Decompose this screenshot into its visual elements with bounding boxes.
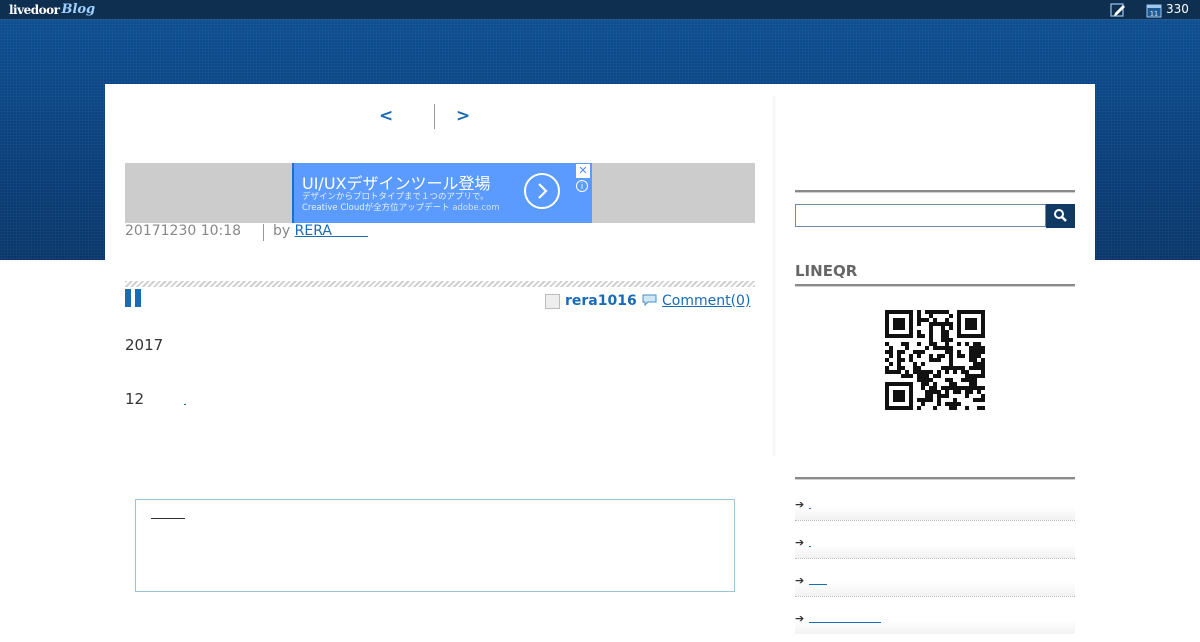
livedoor-blog-logo[interactable]: livedoor Blog bbox=[9, 1, 95, 18]
author-name-link[interactable]: rera1016 bbox=[565, 293, 637, 309]
byline-divider bbox=[263, 224, 264, 241]
sidebar-shadow bbox=[773, 96, 776, 456]
post-body-link[interactable] bbox=[184, 404, 186, 405]
nav-divider bbox=[434, 104, 435, 129]
sidebar-list-item[interactable]: ➔ bbox=[795, 498, 1075, 528]
post-body-line-2: 12 bbox=[125, 390, 145, 408]
ad-banner[interactable]: UI/UXデザインツール登場 デザインからプロトタイプまで１つのアプリで。 Cr… bbox=[292, 163, 592, 223]
ad-subtitle-line1: デザインからプロトタイプまで１つのアプリで。 bbox=[302, 192, 489, 202]
prev-article-link[interactable]: < bbox=[379, 106, 393, 126]
ad-subtitle-line2: Creative Cloudが全方位アップデート bbox=[302, 203, 450, 213]
sidebar-list-item[interactable]: ➔ bbox=[795, 536, 1075, 566]
ad-arrow-button[interactable] bbox=[524, 173, 560, 209]
ad-close-button[interactable]: ✕ bbox=[576, 164, 590, 178]
arrow-right-icon: ➔ bbox=[795, 498, 805, 511]
list-item-shade bbox=[795, 506, 1075, 520]
list-item-divider bbox=[795, 596, 1075, 597]
comment-icon bbox=[642, 294, 657, 306]
byline-author-link-extension[interactable] bbox=[331, 236, 368, 237]
comment-link[interactable]: Comment(0) bbox=[662, 293, 750, 309]
arrow-right-icon: ➔ bbox=[795, 612, 805, 625]
sidebar-rule-qr bbox=[795, 284, 1075, 287]
author-avatar-icon bbox=[545, 294, 560, 309]
list-item-link[interactable] bbox=[809, 584, 827, 585]
calendar-icon[interactable]: 11 bbox=[1146, 2, 1162, 18]
logo-livedoor-text: livedoor bbox=[9, 2, 60, 17]
list-item-link[interactable] bbox=[809, 622, 881, 623]
search-input[interactable] bbox=[795, 204, 1046, 227]
byline: by RERA bbox=[273, 223, 368, 239]
post-body-line-1: 2017 bbox=[125, 336, 164, 354]
post-info-box bbox=[135, 499, 735, 592]
post-date: 20171230 10:18 bbox=[125, 223, 242, 239]
sidebar-rule-list bbox=[795, 477, 1075, 480]
qr-code-image bbox=[885, 310, 985, 410]
ad-title: UI/UXデザインツール登場 bbox=[302, 174, 491, 193]
post-info-box-line bbox=[151, 518, 185, 519]
list-item-divider bbox=[795, 558, 1075, 559]
calendar-day-text: 11 bbox=[1150, 10, 1158, 18]
notification-count: 330 bbox=[1166, 2, 1189, 16]
list-item-link[interactable] bbox=[809, 508, 811, 509]
ad-subtitle: デザインからプロトタイプまで１つのアプリで。 Creative Cloudが全方… bbox=[302, 192, 500, 214]
list-item-link[interactable] bbox=[809, 546, 811, 547]
pause-icon bbox=[125, 289, 143, 307]
qr-section-title: LINEQR bbox=[795, 262, 858, 280]
sidebar-list-item[interactable]: ➔ bbox=[795, 574, 1075, 604]
top-bar: livedoor Blog 11 330 bbox=[0, 0, 1200, 20]
pencil-icon[interactable] bbox=[1110, 2, 1126, 18]
ad-slot: UI/UXデザインツール登場 デザインからプロトタイプまで１つのアプリで。 Cr… bbox=[125, 163, 755, 223]
sidebar-list-item[interactable]: ➔ bbox=[795, 612, 1075, 642]
list-item-shade bbox=[795, 582, 1075, 596]
list-item-shade bbox=[795, 544, 1075, 558]
next-article-link[interactable]: > bbox=[456, 106, 470, 126]
ad-domain: adobe.com bbox=[452, 203, 500, 213]
ad-info-icon[interactable]: i bbox=[576, 180, 588, 192]
chevron-right-icon bbox=[538, 183, 548, 199]
arrow-right-icon: ➔ bbox=[795, 574, 805, 587]
search-icon bbox=[1054, 209, 1067, 222]
arrow-right-icon: ➔ bbox=[795, 536, 805, 549]
byline-author-link[interactable]: RERA bbox=[295, 223, 332, 239]
list-item-divider bbox=[795, 520, 1075, 521]
logo-blog-text: Blog bbox=[61, 2, 96, 17]
search-button[interactable] bbox=[1046, 204, 1075, 228]
sidebar-rule-search bbox=[795, 190, 1075, 193]
hatched-divider bbox=[125, 281, 755, 287]
byline-prefix: by bbox=[273, 223, 291, 239]
